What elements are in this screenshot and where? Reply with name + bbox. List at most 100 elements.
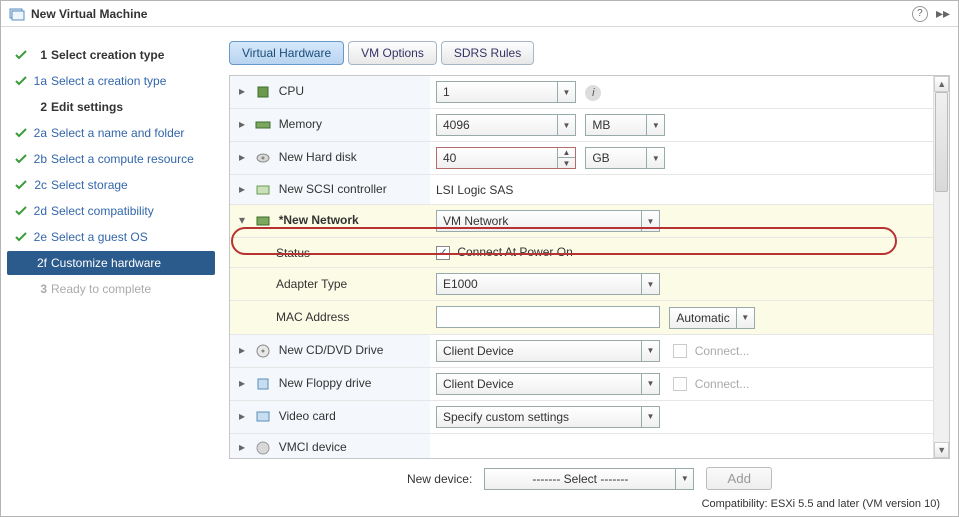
vm-icon [9, 6, 25, 22]
expand-icon[interactable]: ▸▸ [936, 5, 950, 22]
vmci-label: VMCI device [279, 440, 347, 454]
network-label: *New Network [279, 213, 359, 227]
step-1[interactable]: 1 Select creation type [7, 43, 215, 67]
main-panel: Virtual Hardware VM Options SDRS Rules ▸… [221, 27, 958, 516]
check-icon [13, 49, 29, 61]
expander-icon[interactable]: ▾ [236, 213, 248, 227]
row-floppy: ▸ New Floppy drive Client Device ▼ Conne… [230, 367, 933, 400]
chevron-down-icon[interactable]: ▼ [646, 148, 664, 168]
disk-icon [255, 150, 271, 166]
cpu-select[interactable]: 1 ▼ [436, 81, 576, 103]
row-harddisk: ▸ New Hard disk 40 ▲▼ GB ▼ [230, 142, 933, 175]
tab-virtual-hardware[interactable]: Virtual Hardware [229, 41, 344, 65]
row-adapter-type: Adapter Type E1000 ▼ [230, 268, 933, 301]
row-cddvd: ▸ New CD/DVD Drive Client Device ▼ Conne… [230, 334, 933, 367]
add-button[interactable]: Add [706, 467, 772, 490]
tabs: Virtual Hardware VM Options SDRS Rules [229, 41, 950, 65]
dialog-title: New Virtual Machine [31, 7, 912, 21]
step-2c[interactable]: 2c Select storage [7, 173, 215, 197]
mac-mode-select[interactable]: Automatic ▼ [669, 307, 754, 329]
row-memory: ▸ Memory 4096 ▼ MB ▼ [230, 109, 933, 142]
chevron-down-icon[interactable]: ▼ [641, 374, 659, 394]
adapter-select[interactable]: E1000 ▼ [436, 273, 660, 295]
step-2[interactable]: 2 Edit settings [7, 95, 215, 119]
scroll-track[interactable] [934, 92, 949, 442]
expander-icon[interactable]: ▸ [236, 150, 248, 164]
scsi-value: LSI Logic SAS [436, 183, 513, 197]
connect-checkbox [673, 344, 687, 358]
cpu-label: CPU [279, 84, 304, 98]
dialog: New Virtual Machine ? ▸▸ 1 Select creati… [0, 0, 959, 517]
step-2b[interactable]: 2b Select a compute resource [7, 147, 215, 171]
disk-label: New Hard disk [279, 150, 357, 164]
connect-label: Connect... [695, 377, 750, 391]
expander-icon[interactable]: ▸ [236, 117, 248, 131]
network-icon [255, 213, 271, 229]
memory-unit[interactable]: MB ▼ [585, 114, 665, 136]
floppy-label: New Floppy drive [279, 376, 372, 390]
chevron-down-icon[interactable]: ▼ [641, 274, 659, 294]
chevron-down-icon[interactable]: ▼ [641, 341, 659, 361]
memory-value[interactable]: 4096 ▼ [436, 114, 576, 136]
disk-unit[interactable]: GB ▼ [585, 147, 665, 169]
step-3: 3 Ready to complete [7, 277, 215, 301]
help-icon[interactable]: ? [912, 6, 928, 22]
check-icon [13, 127, 29, 139]
cddvd-select[interactable]: Client Device ▼ [436, 340, 660, 362]
expander-icon[interactable]: ▸ [236, 440, 248, 454]
step-2f[interactable]: 2f Customize hardware [7, 251, 215, 275]
check-icon [13, 231, 29, 243]
row-mac-address: MAC Address Automatic ▼ [230, 301, 933, 335]
check-icon [13, 179, 29, 191]
connect-checkbox [673, 377, 687, 391]
titlebar: New Virtual Machine ? ▸▸ [1, 1, 958, 27]
expander-icon[interactable]: ▸ [236, 84, 248, 98]
scsi-icon [255, 182, 271, 198]
connect-label: Connect... [695, 344, 750, 358]
scroll-thumb[interactable] [935, 92, 948, 192]
check-icon [13, 153, 29, 165]
chevron-down-icon[interactable]: ▼ [641, 211, 659, 231]
video-select[interactable]: Specify custom settings ▼ [436, 406, 660, 428]
floppy-select[interactable]: Client Device ▼ [436, 373, 660, 395]
network-select[interactable]: VM Network ▼ [436, 210, 660, 232]
spinner[interactable]: ▲▼ [557, 148, 575, 168]
chevron-down-icon[interactable]: ▼ [557, 82, 575, 102]
cddvd-label: New CD/DVD Drive [279, 343, 384, 357]
hardware-table: ▸ CPU 1 ▼ i [230, 76, 933, 459]
row-vmci: ▸ VMCI device [230, 433, 933, 459]
step-2a[interactable]: 2a Select a name and folder [7, 121, 215, 145]
disk-value[interactable]: 40 ▲▼ [436, 147, 576, 169]
compatibility-text: Compatibility: ESXi 5.5 and later (VM ve… [229, 494, 950, 512]
memory-icon [255, 117, 271, 133]
scsi-label: New SCSI controller [279, 182, 387, 196]
scroll-up-icon[interactable]: ▲ [934, 76, 949, 92]
chevron-down-icon[interactable]: ▼ [557, 115, 575, 135]
chevron-down-icon[interactable]: ▼ [646, 115, 664, 135]
floppy-icon [255, 376, 271, 392]
tab-vm-options[interactable]: VM Options [348, 41, 437, 65]
connect-checkbox[interactable] [436, 246, 450, 260]
step-2e[interactable]: 2e Select a guest OS [7, 225, 215, 249]
status-value: Connect At Power On [457, 245, 572, 259]
check-icon [13, 75, 29, 87]
step-1a[interactable]: 1a Select a creation type [7, 69, 215, 93]
scroll-down-icon[interactable]: ▼ [934, 442, 949, 458]
chevron-down-icon[interactable]: ▼ [641, 407, 659, 427]
new-device-select[interactable]: ------- Select ------- ▼ [484, 468, 694, 490]
row-network: ▾ *New Network VM Network ▼ [230, 205, 933, 238]
expander-icon[interactable]: ▸ [236, 376, 248, 390]
hardware-panel: ▸ CPU 1 ▼ i [229, 75, 950, 459]
mac-input[interactable] [436, 306, 660, 328]
row-scsi: ▸ New SCSI controller LSI Logic SAS [230, 175, 933, 205]
chevron-down-icon[interactable]: ▼ [736, 308, 754, 328]
tab-sdrs-rules[interactable]: SDRS Rules [441, 41, 534, 65]
info-icon[interactable]: i [585, 85, 601, 101]
expander-icon[interactable]: ▸ [236, 343, 248, 357]
scrollbar[interactable]: ▲ ▼ [933, 76, 949, 458]
expander-icon[interactable]: ▸ [236, 409, 248, 423]
step-2d[interactable]: 2d Select compatibility [7, 199, 215, 223]
expander-icon[interactable]: ▸ [236, 182, 248, 196]
status-label: Status [276, 246, 310, 260]
chevron-down-icon[interactable]: ▼ [675, 469, 693, 489]
